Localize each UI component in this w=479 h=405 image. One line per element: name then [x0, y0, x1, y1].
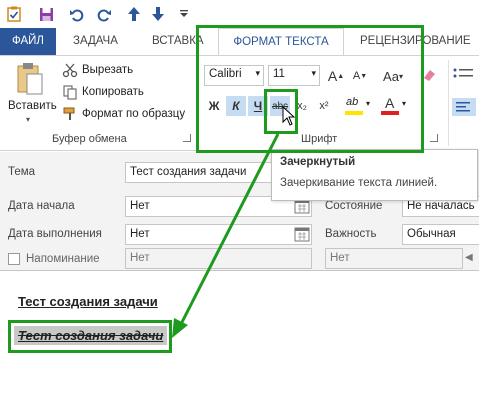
arrow-graphic — [172, 133, 280, 338]
cursor-icon — [282, 106, 296, 126]
arrow-head — [172, 318, 188, 338]
arrow-line — [176, 133, 280, 331]
